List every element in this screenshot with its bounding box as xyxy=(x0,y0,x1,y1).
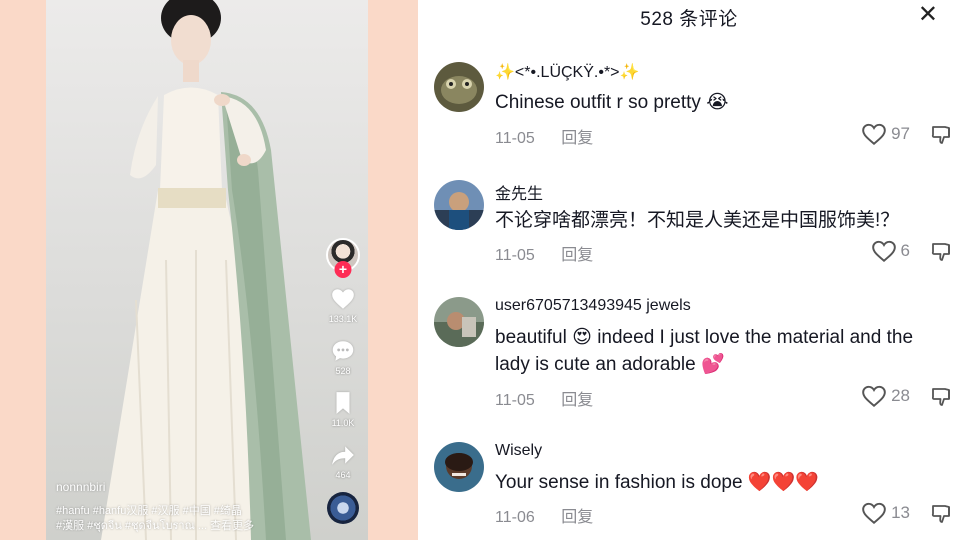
video-frame xyxy=(101,0,311,540)
comment-text: 不论穿啥都漂亮！不知是人美还是中国服饰美!？ xyxy=(495,210,900,231)
comments-title: 528 条评论 xyxy=(640,9,738,30)
comment-count: 528 xyxy=(335,366,351,376)
comment-date: 11-05 xyxy=(495,130,535,147)
save-button[interactable]: 11.0K xyxy=(330,390,356,428)
thumbs-down-icon[interactable] xyxy=(930,502,954,526)
action-rail: + 133.1K 528 11.0K 464 xyxy=(322,238,364,524)
video-player[interactable]: + 133.1K 528 11.0K 464 nonnnbiri #hanfu … xyxy=(46,0,368,540)
comment-bubble-icon xyxy=(332,341,354,361)
heart-outline-icon xyxy=(871,240,896,263)
avatar[interactable] xyxy=(434,180,484,230)
comment-body: ✨<*•.LÜÇKŸ.•*>✨ Chinese outfit r so pret… xyxy=(495,62,945,116)
hashtags-line-2-text[interactable]: #漢服 #ชุดจีน #ชุดจีนโบราณ ... xyxy=(56,520,207,532)
comment-body: 金先生 不论穿啥都漂亮！不知是人美还是中国服饰美!？ xyxy=(495,180,945,234)
share-count: 464 xyxy=(335,470,351,480)
comment-meta: 11-06 回复 xyxy=(495,503,593,527)
comment-text: Your sense in fashion is dope ❤️❤️❤️ xyxy=(495,472,819,493)
avatar[interactable] xyxy=(434,297,484,347)
avatar[interactable] xyxy=(434,62,484,112)
comment-date: 11-06 xyxy=(495,509,535,526)
like-button[interactable]: 133.1K xyxy=(328,286,358,324)
creator-username[interactable]: nonnnbiri xyxy=(56,480,316,494)
bookmark-icon xyxy=(336,392,350,414)
comment-body: user6705713493945 jewels beautiful 😍 ind… xyxy=(495,297,945,378)
comment-text: beautiful 😍 indeed I just love the mater… xyxy=(495,327,914,375)
comment-username[interactable]: Wisely xyxy=(495,442,945,464)
heart-outline-icon xyxy=(862,123,886,146)
hashtags-line-2: #漢服 #ชุดจีน #ชุดจีนโบราณ ... 查看更多 xyxy=(56,519,316,534)
comment-like-count: 6 xyxy=(900,241,910,260)
thumbs-down-icon[interactable] xyxy=(930,240,954,264)
close-icon[interactable]: ✕ xyxy=(918,3,938,27)
save-count: 11.0K xyxy=(331,418,355,428)
comment-like-button[interactable]: 6 xyxy=(871,239,910,263)
reply-button[interactable]: 回复 xyxy=(561,241,593,265)
comment-meta: 11-05 回复 xyxy=(495,386,593,410)
comment-body: Wisely Your sense in fashion is dope ❤️❤… xyxy=(495,442,945,496)
comment-like-count: 28 xyxy=(891,386,910,405)
comment-like-button[interactable]: 13 xyxy=(861,501,910,525)
comment-username[interactable]: 金先生 xyxy=(495,180,945,203)
heart-outline-icon xyxy=(862,502,886,525)
comment-username[interactable]: ✨<*•.LÜÇKŸ.•*>✨ xyxy=(495,62,945,84)
thumbs-down-icon[interactable] xyxy=(930,385,954,409)
comment-date: 11-05 xyxy=(495,392,535,409)
comment-like-count: 97 xyxy=(891,124,910,143)
follow-plus-icon[interactable]: + xyxy=(334,261,352,278)
share-button[interactable]: 464 xyxy=(330,442,356,480)
music-disc-icon[interactable] xyxy=(327,492,359,524)
see-more-link[interactable]: 查看更多 xyxy=(210,520,254,532)
comment-text: Chinese outfit r so pretty 😭 xyxy=(495,92,729,113)
video-caption: nonnnbiri #hanfu #hanfu汉服 #汉服 #中国 #绮晶 #漢… xyxy=(56,480,316,534)
avatar[interactable] xyxy=(434,442,484,492)
heart-outline-icon xyxy=(862,385,886,408)
comment-like-button[interactable]: 28 xyxy=(861,384,910,408)
reply-button[interactable]: 回复 xyxy=(561,124,593,148)
comment-like-count: 13 xyxy=(891,503,910,522)
comment-meta: 11-05 回复 xyxy=(495,124,593,148)
comments-panel: 528 条评论 ✕ ✨<*•.LÜÇKŸ.•*>✨ Chinese outfit… xyxy=(418,0,960,540)
like-count: 133.1K xyxy=(328,314,358,324)
share-arrow-icon xyxy=(332,446,354,465)
comment-button[interactable]: 528 xyxy=(330,338,356,376)
reply-button[interactable]: 回复 xyxy=(561,386,593,410)
creator-avatar[interactable]: + xyxy=(326,238,360,278)
thumbs-down-icon[interactable] xyxy=(930,123,954,147)
comment-date: 11-05 xyxy=(495,247,535,264)
reply-button[interactable]: 回复 xyxy=(561,503,593,527)
hashtags-line-1[interactable]: #hanfu #hanfu汉服 #汉服 #中国 #绮晶 xyxy=(56,504,316,519)
comment-like-button[interactable]: 97 xyxy=(861,122,910,146)
comment-meta: 11-05 回复 xyxy=(495,241,593,265)
heart-icon xyxy=(332,289,354,309)
comment-username[interactable]: user6705713493945 jewels xyxy=(495,297,945,319)
